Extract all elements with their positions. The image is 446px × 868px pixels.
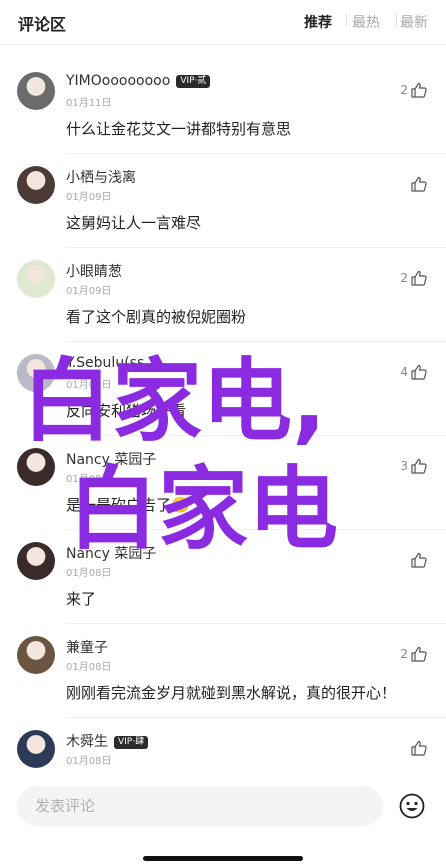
like-button[interactable] bbox=[408, 175, 428, 193]
comment-text: 刚刚看完流金岁月就碰到黑水解说，真的很开心！ bbox=[66, 684, 397, 702]
comment-item: 小眼睛葱 01月09日看了这个剧真的被倪妮圈粉 2 bbox=[0, 248, 446, 342]
comment-date: 01月09日 bbox=[66, 286, 112, 297]
avatar[interactable] bbox=[17, 354, 55, 392]
comment-author[interactable]: 木舜生 VIP·肆 bbox=[66, 731, 149, 751]
comment-item: Nancy 菜园子 01月08日是一是砍广告了🙄 3 bbox=[0, 436, 446, 530]
tab-recommended[interactable]: 推荐 bbox=[304, 12, 332, 32]
comments-header: 评论区 推荐 最热 最新 bbox=[0, 0, 446, 45]
comment-date: 01月09日 bbox=[66, 192, 112, 203]
comment-item: YIMOoooooooo VIP·贰 01月11日什么让金花艾文一讲都特别有意思 2 bbox=[0, 60, 446, 154]
avatar[interactable] bbox=[17, 730, 55, 768]
tab-newest[interactable]: 最新 bbox=[400, 12, 428, 32]
comment-author[interactable]: Nancy 菜园子 bbox=[66, 543, 156, 563]
comment-date: 01月08日 bbox=[66, 662, 112, 673]
author-name: Y.Sebulu(ss bbox=[66, 355, 145, 371]
tab-divider bbox=[346, 14, 347, 26]
avatar[interactable] bbox=[17, 636, 55, 674]
sort-tabs: 推荐 最热 最新 bbox=[304, 12, 428, 32]
author-name: Nancy 菜园子 bbox=[66, 452, 157, 468]
like-button[interactable]: 2 bbox=[400, 81, 428, 99]
thumbs-up-icon bbox=[411, 740, 427, 756]
comment-author[interactable]: 兼童子 bbox=[66, 637, 108, 657]
author-name: Nancy 菜园子 bbox=[66, 546, 157, 562]
comment-author[interactable]: 小栖与浅离 bbox=[66, 167, 136, 187]
comment-text: 反向安利猎场好看 bbox=[66, 402, 187, 420]
comment-text: 什么让金花艾文一讲都特别有意思 bbox=[66, 120, 292, 138]
author-name: 小眼睛葱 bbox=[66, 264, 122, 280]
author-name: YIMOoooooooo bbox=[66, 73, 171, 89]
comment-item: Nancy 菜园子 01月08日来了 bbox=[0, 530, 446, 624]
comment-author[interactable]: Nancy 菜园子 bbox=[66, 449, 156, 469]
comment-date: 01月08日 bbox=[66, 756, 112, 767]
comment-input[interactable] bbox=[17, 786, 383, 826]
avatar[interactable] bbox=[17, 260, 55, 298]
thumbs-up-icon bbox=[411, 176, 427, 192]
comment-item: 小栖与浅离 01月09日这舅妈让人一言难尽 bbox=[0, 154, 446, 248]
avatar[interactable] bbox=[17, 72, 55, 110]
comment-item: 兼童子 01月08日刚刚看完流金岁月就碰到黑水解说，真的很开心！ 2 bbox=[0, 624, 446, 718]
comment-author[interactable]: Y.Sebulu(ss bbox=[66, 355, 144, 371]
comment-text: 看了这个剧真的被倪妮圈粉 bbox=[66, 308, 247, 326]
home-indicator bbox=[143, 856, 303, 861]
vip-badge: VIP·肆 bbox=[114, 736, 149, 749]
thumbs-up-icon bbox=[411, 82, 427, 98]
comment-author[interactable]: YIMOoooooooo VIP·贰 bbox=[66, 73, 211, 89]
like-count: 4 bbox=[400, 365, 408, 379]
like-button[interactable] bbox=[408, 551, 428, 569]
avatar[interactable] bbox=[17, 542, 55, 580]
comment-list: YIMOoooooooo VIP·贰 01月11日 什么让金花艾文一讲都特别有意思 2 小… bbox=[0, 60, 446, 812]
comment-text: 是一是砍广告了🙄 bbox=[66, 496, 190, 514]
comment-text: 这舅妈让人一言难尽 bbox=[66, 214, 202, 232]
like-button[interactable]: 2 bbox=[400, 269, 428, 287]
comment-date: 01月09日 bbox=[66, 380, 112, 391]
emoji-icon[interactable] bbox=[399, 793, 425, 819]
thumbs-up-icon bbox=[411, 270, 427, 286]
thumbs-up-icon bbox=[411, 364, 427, 380]
like-button[interactable]: 2 bbox=[400, 645, 428, 663]
comment-date: 01月08日 bbox=[66, 474, 112, 485]
avatar[interactable] bbox=[17, 448, 55, 486]
author-name: 兼童子 bbox=[66, 640, 108, 656]
tab-hottest[interactable]: 最热 bbox=[352, 12, 380, 32]
thumbs-up-icon bbox=[411, 646, 427, 662]
tab-divider bbox=[396, 14, 397, 26]
author-name: 木舜生 bbox=[66, 734, 108, 750]
like-button[interactable]: 3 bbox=[400, 457, 428, 475]
like-count: 3 bbox=[400, 459, 408, 473]
comment-date: 01月11日 bbox=[66, 98, 112, 109]
comment-date: 01月08日 bbox=[66, 568, 112, 579]
section-title: 评论区 bbox=[18, 15, 67, 34]
author-name: 小栖与浅离 bbox=[66, 170, 136, 186]
thumbs-up-icon bbox=[411, 552, 427, 568]
comment-author[interactable]: 小眼睛葱 bbox=[66, 261, 122, 281]
like-button[interactable]: 4 bbox=[400, 363, 428, 381]
like-button[interactable] bbox=[408, 739, 428, 757]
comment-item: Y.Sebulu(ss 01月09日反向安利猎场好看 4 bbox=[0, 342, 446, 436]
vip-badge: VIP·贰 bbox=[176, 75, 211, 88]
comment-text: 来了 bbox=[66, 590, 97, 608]
thumbs-up-icon bbox=[411, 458, 427, 474]
comment-footer bbox=[0, 780, 446, 868]
like-count: 2 bbox=[400, 271, 408, 285]
like-count: 2 bbox=[400, 83, 408, 97]
like-count: 2 bbox=[400, 647, 408, 661]
avatar[interactable] bbox=[17, 166, 55, 204]
